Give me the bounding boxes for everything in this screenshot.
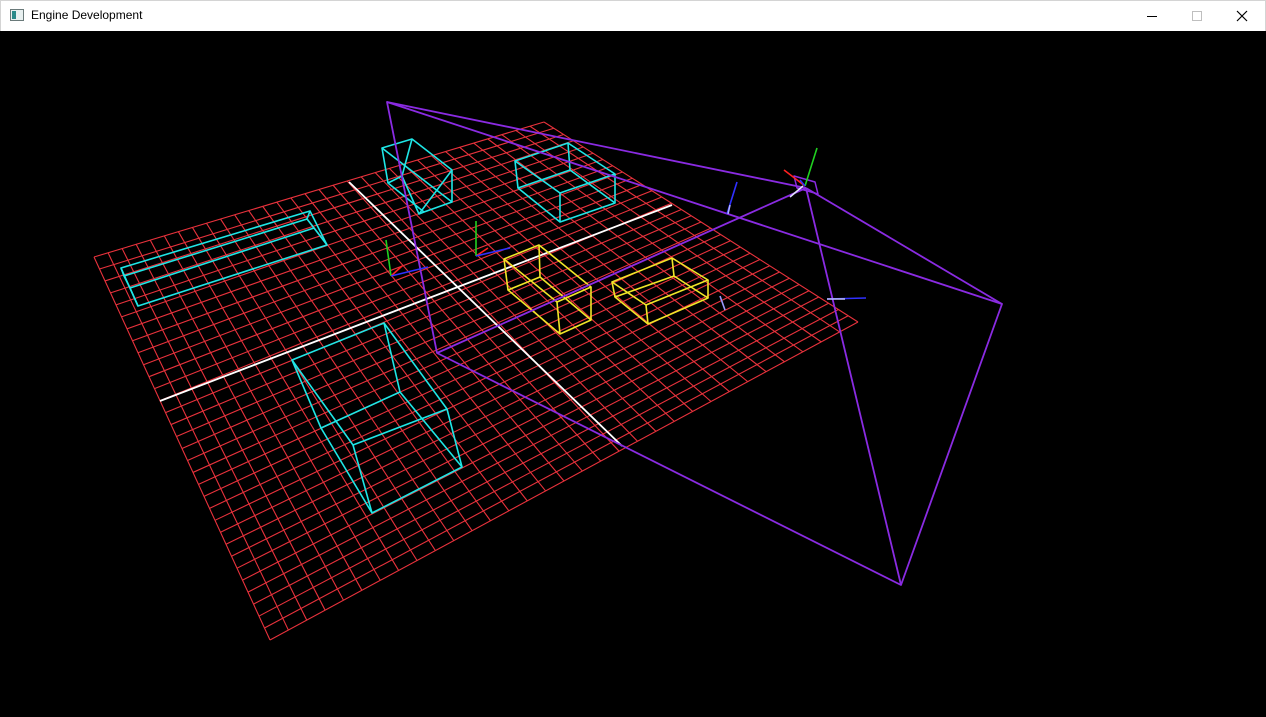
render-viewport[interactable]: [0, 31, 1266, 712]
maximize-icon: [1192, 11, 1202, 21]
title-bar[interactable]: Engine Development: [0, 0, 1266, 31]
camera-frustum-edge: [805, 187, 902, 586]
close-button[interactable]: [1220, 1, 1266, 31]
axis-gizmo-z: [719, 295, 726, 311]
obstacle-box-edge: [567, 142, 571, 171]
scene-canvas[interactable]: [0, 31, 1266, 712]
grid-line: [209, 252, 751, 509]
grid-line: [253, 302, 829, 605]
obstacle-box-edge: [123, 218, 315, 289]
grid-line: [203, 246, 741, 497]
grid-line: [236, 284, 800, 569]
grid-line: [515, 129, 822, 343]
grid-line: [431, 155, 712, 402]
camera-frustum-edge: [805, 187, 1003, 305]
grid-line: [346, 180, 602, 462]
minimize-icon: [1147, 16, 1157, 17]
obstacle-box-edge: [352, 444, 373, 514]
app-window-icon: [10, 9, 24, 21]
window-title: Engine Development: [31, 8, 143, 22]
app-window: Engine Development: [0, 0, 1266, 712]
grid-line: [374, 172, 638, 442]
obstacle-box-edge: [381, 147, 389, 184]
grid-line: [529, 125, 840, 333]
maximize-button[interactable]: [1175, 1, 1221, 31]
grid-line: [264, 315, 849, 629]
obstacle-box-edge: [514, 160, 519, 189]
axis-gizmo-z: [727, 204, 731, 215]
minimize-button[interactable]: [1129, 1, 1175, 31]
grid-line: [269, 321, 859, 641]
selected-box-edge: [671, 257, 675, 277]
close-icon: [1236, 10, 1248, 22]
selected-box-edge: [538, 244, 541, 278]
grid-line: [360, 176, 620, 452]
grid-line: [247, 296, 820, 593]
grid-line: [258, 309, 839, 617]
obstacle-box-edge: [129, 287, 139, 307]
camera-frustum-edge: [386, 101, 807, 189]
